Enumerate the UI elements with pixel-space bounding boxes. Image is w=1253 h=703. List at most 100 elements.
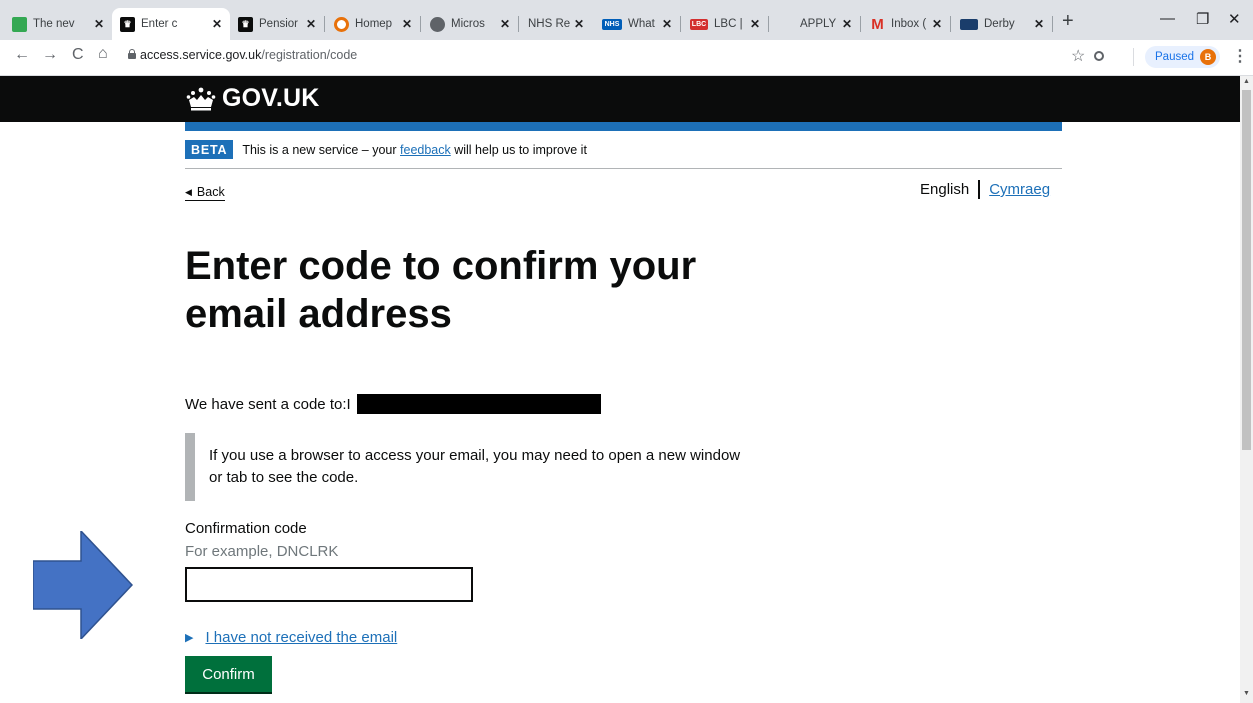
language-current: English: [920, 181, 970, 198]
language-divider: [978, 180, 981, 199]
browser-tab[interactable]: The nev ✕: [4, 8, 112, 40]
close-icon[interactable]: ✕: [750, 17, 760, 31]
derby-icon: [960, 18, 978, 30]
sent-code-message: We have sent a code to: I: [185, 394, 601, 414]
browser-tab[interactable]: LBC LBC | L ✕: [682, 8, 768, 40]
tab-separator: [1052, 16, 1053, 32]
circle-o-icon: [334, 16, 349, 32]
home-icon[interactable]: ⌂: [98, 45, 108, 63]
confirmation-code-input[interactable]: [185, 567, 473, 602]
tab-separator: [950, 16, 951, 32]
back-triangle-icon: ◀: [185, 186, 192, 197]
leaf-icon: [12, 16, 27, 32]
tab-title: Inbox (: [891, 18, 927, 30]
inset-text: If you use a browser to access your emai…: [185, 433, 745, 501]
close-icon[interactable]: ✕: [500, 17, 510, 31]
tab-title: APPLY: [800, 18, 837, 30]
back-link[interactable]: ◀ Back: [185, 185, 225, 201]
lock-icon: [128, 49, 136, 59]
browser-tab[interactable]: APPLY ✕: [770, 8, 860, 40]
extension-icon[interactable]: [1094, 51, 1104, 61]
browser-tab[interactable]: M Inbox ( ✕: [862, 8, 950, 40]
forward-arrow-icon[interactable]: →: [42, 46, 58, 64]
close-icon[interactable]: ✕: [574, 17, 584, 31]
nhs-icon: NHS: [602, 18, 622, 30]
redacted-email: [356, 394, 601, 414]
banner-text-after: will help us to improve it: [450, 142, 587, 157]
crown-icon: [186, 87, 216, 110]
logo-text: GOV.UK: [222, 84, 320, 112]
toolbar-separator: [1133, 48, 1134, 66]
avatar: B: [1200, 49, 1217, 65]
lbc-icon: LBC: [690, 18, 708, 30]
tab-separator: [324, 16, 325, 32]
browser-tab[interactable]: NHS What is ✕: [594, 8, 680, 40]
browser-tab-active[interactable]: ♛ Enter c ✕: [112, 8, 230, 40]
scroll-down-icon[interactable]: ▼: [1243, 690, 1250, 697]
tab-title: The nev: [33, 18, 75, 30]
profile-status: Paused: [1155, 51, 1195, 63]
confirmation-code-label: Confirmation code: [185, 520, 307, 537]
minimize-button[interactable]: —: [1160, 10, 1175, 27]
tab-separator: [518, 16, 519, 32]
restore-button[interactable]: ❐: [1196, 10, 1209, 28]
reload-icon[interactable]: C: [72, 46, 84, 64]
browser-tab[interactable]: ♛ Pensior ✕: [230, 8, 324, 40]
banner-text-before: This is a new service – your: [242, 142, 401, 157]
phase-banner: BETA This is a new service – your feedba…: [185, 139, 1062, 169]
browser-menu-icon[interactable]: ⋮: [1232, 46, 1248, 66]
language-switcher: English Cymraeg: [920, 180, 1050, 199]
close-icon[interactable]: ✕: [1034, 17, 1044, 31]
annotation-arrow-icon: [33, 531, 133, 639]
language-cymraeg-link[interactable]: Cymraeg: [989, 181, 1050, 198]
phase-tag: BETA: [185, 140, 234, 159]
tab-title: Derby: [984, 18, 1015, 30]
browser-tab[interactable]: Derby ✕: [952, 8, 1052, 40]
close-icon[interactable]: ✕: [662, 17, 672, 31]
govuk-logo[interactable]: GOV.UK: [186, 84, 320, 113]
sent-code-text: We have sent a code to:: [185, 395, 347, 413]
browser-tab[interactable]: Micros ✕: [422, 8, 518, 40]
not-received-details[interactable]: ▶ I have not received the email: [185, 629, 397, 646]
browser-tab[interactable]: NHS Re ✕: [520, 8, 592, 40]
tab-title: Enter c: [141, 18, 178, 30]
back-arrow-icon[interactable]: ←: [14, 46, 30, 64]
scroll-up-icon[interactable]: ▲: [1243, 78, 1250, 85]
feedback-link[interactable]: feedback: [400, 143, 451, 157]
tab-title: Homep: [355, 18, 393, 30]
tab-separator: [420, 16, 421, 32]
window-close-button[interactable]: ✕: [1228, 10, 1241, 28]
govuk-crown-icon: ♛: [238, 16, 253, 32]
phase-banner-text: This is a new service – your feedback wi…: [242, 143, 587, 157]
scrollbar[interactable]: ▲ ▼: [1240, 76, 1253, 703]
close-icon[interactable]: ✕: [212, 17, 222, 31]
profile-button[interactable]: Paused B: [1145, 46, 1221, 68]
tab-title: NHS Re: [528, 18, 570, 30]
page-title: Enter code to confirm your email address: [185, 244, 697, 336]
confirm-button[interactable]: Confirm: [185, 656, 272, 692]
close-icon[interactable]: ✕: [842, 17, 852, 31]
globe-icon: [430, 16, 445, 32]
header-blue-bar: [185, 122, 1062, 131]
details-triangle-icon: ▶: [185, 632, 194, 644]
tab-separator: [768, 16, 769, 32]
address-bar[interactable]: access.service.gov.uk/registration/code: [140, 48, 357, 62]
browser-tab[interactable]: Homep ✕: [326, 8, 420, 40]
close-icon[interactable]: ✕: [94, 17, 104, 31]
back-link-label: Back: [196, 185, 225, 199]
url-path: /registration/code: [261, 48, 358, 62]
bookmark-star-icon[interactable]: ☆: [1071, 46, 1085, 66]
tab-title: What is: [628, 18, 658, 30]
tab-separator: [680, 16, 681, 32]
close-icon[interactable]: ✕: [306, 17, 316, 31]
close-icon[interactable]: ✕: [932, 17, 942, 31]
tab-title: Pensior: [259, 18, 298, 30]
new-tab-button[interactable]: +: [1062, 10, 1074, 33]
close-icon[interactable]: ✕: [402, 17, 412, 31]
tab-title: LBC | L: [714, 18, 746, 30]
sent-email-first-char: I: [346, 395, 351, 413]
tab-separator: [860, 16, 861, 32]
scrollbar-thumb[interactable]: [1242, 90, 1251, 450]
url-host: access.service.gov.uk: [140, 48, 262, 62]
not-received-email-link[interactable]: I have not received the email: [205, 629, 397, 646]
